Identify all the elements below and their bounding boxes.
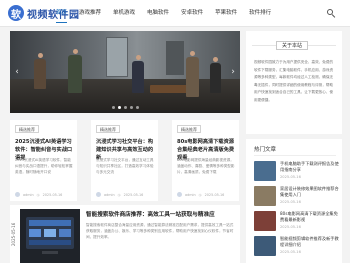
author-avatar bbox=[15, 192, 20, 197]
hot-article-item[interactable]: 家居设计装修效果图软件推荐合集使用入门 2025-05-16 bbox=[254, 186, 340, 210]
article-date: 2025-05-16 bbox=[11, 222, 16, 246]
nav-item-game-recommend[interactable]: 游戏推荐 bbox=[79, 0, 101, 27]
article-thumbnail-art bbox=[20, 209, 80, 263]
article-title[interactable]: 智能搜索软件商店推荐：高效工具一站获取与精准应 bbox=[86, 211, 236, 219]
hot-article-title[interactable]: 智能视频剪辑软件推荐及新手教程详细介绍 bbox=[280, 236, 340, 248]
post-date: 2025-05-16 bbox=[42, 192, 63, 197]
scene-door bbox=[106, 37, 128, 77]
post-card[interactable]: 精选推荐 2025沉浸式AI英语学习软件：智能纠音与实战口语提 2025沉浸式A… bbox=[10, 120, 77, 201]
figure-head bbox=[190, 51, 195, 56]
slider-image bbox=[10, 31, 240, 113]
main-nav: 首页 游戏推荐 单机游戏 电脑软件 安卓软件 苹果软件 软件排行 bbox=[56, 0, 271, 27]
figure-head bbox=[213, 57, 218, 62]
search-icon-handle bbox=[331, 14, 336, 18]
slider-dot[interactable] bbox=[111, 106, 115, 109]
hot-articles-divider bbox=[254, 155, 336, 156]
slider-dot[interactable] bbox=[135, 106, 139, 109]
page: 软 视频软件园 首页 游戏推荐 单机游戏 电脑软件 安卓软件 苹果软件 软件排行 bbox=[0, 0, 350, 263]
hot-article-date: 2025-05-16 bbox=[280, 200, 301, 204]
hot-article-title[interactable]: 80s电影网高清下载资源全集免费看最新影视 bbox=[280, 211, 340, 223]
about-widget: 关于本站 视频软件园致力于为用户提供安全、高效、免费的软件下载服务，汇集电脑软件… bbox=[246, 31, 342, 134]
post-category-tag[interactable]: 精选推荐 bbox=[15, 125, 39, 133]
hot-article-title[interactable]: 手机电脑助手下载测评报告及使用指南分享 bbox=[280, 161, 340, 173]
article-list-item[interactable]: 2025-05-16 智能搜索软件商店推荐：高效工具一站获取与精准应 智能搜索软… bbox=[10, 205, 240, 263]
nav-item-apple-software[interactable]: 苹果软件 bbox=[215, 0, 237, 27]
hero-slider[interactable]: ‹ › bbox=[10, 31, 240, 113]
post-excerpt: 80s电影网提供海量经典影视资源，涵盖动作、喜剧、爱情等多种类型影片，高清画质，… bbox=[177, 158, 235, 175]
post-excerpt: 沉浸式学习社交平台，通过互动工具与知识共享社区，打造高效学习体验与多元交流 bbox=[96, 158, 154, 175]
scene-figure bbox=[132, 55, 144, 93]
slider-prev-icon[interactable]: ‹ bbox=[13, 67, 21, 77]
hot-article-thumbnail bbox=[254, 236, 276, 256]
hot-articles-title: 热门文章 bbox=[254, 147, 277, 153]
slider-dot[interactable] bbox=[117, 106, 121, 109]
hot-article-thumbnail bbox=[254, 211, 276, 231]
scene-doorway bbox=[166, 41, 184, 75]
hot-article-thumbnail bbox=[254, 161, 276, 181]
slider-next-icon[interactable]: › bbox=[229, 67, 237, 77]
nav-item-pc-software[interactable]: 电脑软件 bbox=[147, 0, 169, 27]
author-avatar bbox=[177, 192, 182, 197]
logo-icon: 软 bbox=[8, 5, 24, 21]
header: 软 视频软件园 首页 游戏推荐 单机游戏 电脑软件 安卓软件 苹果软件 软件排行 bbox=[0, 0, 350, 27]
hot-article-date: 2025-05-16 bbox=[280, 250, 301, 254]
scene-figure bbox=[186, 51, 199, 97]
post-author[interactable]: admin bbox=[185, 193, 196, 197]
clock-icon: ◷ bbox=[198, 192, 202, 197]
nav-item-software-ranking[interactable]: 软件排行 bbox=[249, 0, 271, 27]
article-thumbnail[interactable] bbox=[20, 209, 80, 263]
figure-head bbox=[135, 55, 141, 60]
clock-icon: ◷ bbox=[117, 192, 121, 197]
post-author[interactable]: admin bbox=[104, 193, 115, 197]
nav-item-home[interactable]: 首页 bbox=[56, 0, 68, 27]
post-category-tag[interactable]: 精选推荐 bbox=[96, 125, 120, 133]
hot-article-item[interactable]: 手机电脑助手下载测评报告及使用指南分享 2025-05-16 bbox=[254, 161, 340, 185]
search-icon[interactable] bbox=[327, 9, 336, 18]
hot-article-date: 2025-05-16 bbox=[280, 225, 301, 229]
hot-article-item[interactable]: 80s电影网高清下载资源全集免费看最新影视 2025-05-16 bbox=[254, 211, 340, 235]
post-date: 2025-05-16 bbox=[204, 192, 225, 197]
author-avatar bbox=[96, 192, 101, 197]
figure-head bbox=[72, 49, 78, 54]
hot-article-title[interactable]: 家居设计装修效果图软件推荐合集使用入门 bbox=[280, 186, 340, 198]
post-meta: admin ◷ 2025-05-16 bbox=[96, 192, 154, 197]
post-date: 2025-05-16 bbox=[123, 192, 144, 197]
nav-item-single-games[interactable]: 单机游戏 bbox=[113, 0, 135, 27]
figure-head bbox=[37, 53, 43, 58]
post-meta: admin ◷ 2025-05-16 bbox=[15, 192, 73, 197]
post-excerpt: 2025沉浸式AI英语学习软件，智能纠音与实战口语提升，助你轻松掌握英语，随时随… bbox=[15, 158, 73, 175]
post-meta: admin ◷ 2025-05-16 bbox=[177, 192, 235, 197]
hot-article-thumbnail bbox=[254, 186, 276, 206]
post-card[interactable]: 精选推荐 80s电影网高清下载资源合集经典老片高清版免费观看 80s电影网提供海… bbox=[172, 120, 239, 201]
slider-dot[interactable] bbox=[129, 106, 133, 109]
scene-figure bbox=[210, 57, 221, 93]
clock-icon: ◷ bbox=[36, 192, 40, 197]
article-excerpt: 智能搜索软件商店整合海量应用资源，通过智能算法精准匹配用户需求，提供高效工具一站… bbox=[86, 223, 234, 240]
post-category-tag[interactable]: 精选推荐 bbox=[177, 125, 201, 133]
scene-figure bbox=[68, 49, 82, 93]
slider-dot[interactable] bbox=[123, 106, 127, 109]
about-title: 关于本站 bbox=[276, 41, 309, 50]
hot-articles-widget: 热门文章 手机电脑助手下载测评报告及使用指南分享 2025-05-16 家居设计… bbox=[246, 139, 342, 263]
post-author[interactable]: admin bbox=[23, 193, 34, 197]
slider-dots bbox=[10, 106, 240, 109]
nav-item-android-software[interactable]: 安卓软件 bbox=[181, 0, 203, 27]
post-card[interactable]: 精选推荐 沉浸式学习社交平台：构建知识共享与高效互动的新 沉浸式学习社交平台，通… bbox=[91, 120, 158, 201]
hot-article-date: 2025-05-16 bbox=[280, 175, 301, 179]
scene-figure bbox=[34, 53, 46, 89]
hot-article-item[interactable]: 智能视频剪辑软件推荐及新手教程详细介绍 2025-05-16 bbox=[254, 236, 340, 260]
about-text: 视频软件园致力于为用户提供安全、高效、免费的软件下载服务，汇集电脑软件、手机应用… bbox=[254, 60, 334, 102]
